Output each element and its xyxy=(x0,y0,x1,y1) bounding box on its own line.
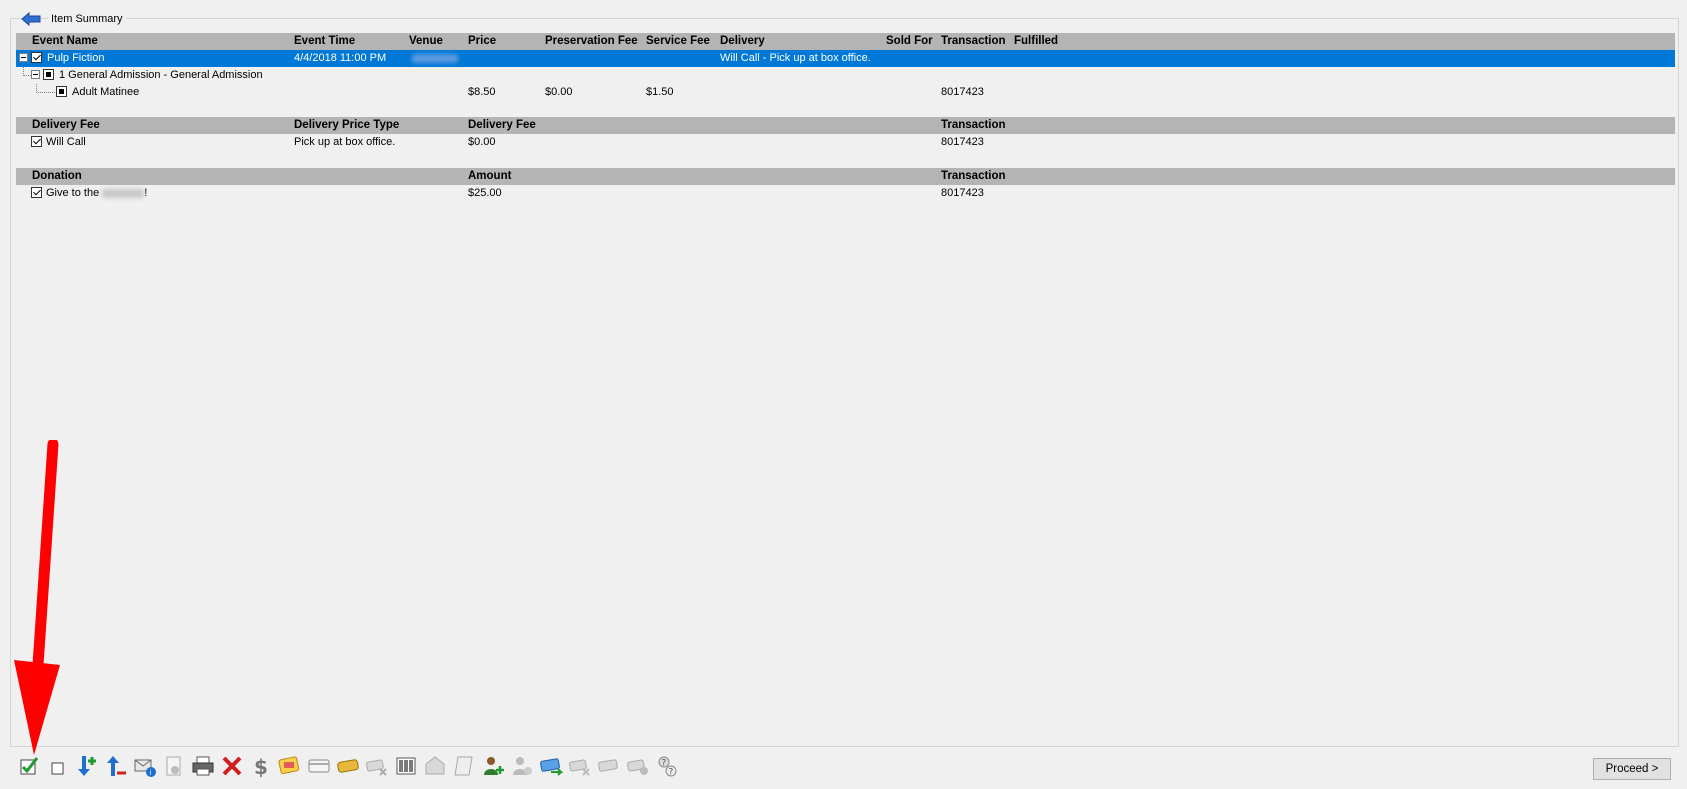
ticket-cancel-icon[interactable] xyxy=(364,753,390,779)
delivery-row[interactable]: Will Call Pick up at box office. $0.00 8… xyxy=(16,134,1675,151)
ticket-color-icon[interactable] xyxy=(277,753,303,779)
col-delivery[interactable]: Delivery xyxy=(720,35,765,47)
tree-line xyxy=(36,92,55,93)
delivery-price-type: Pick up at box office. xyxy=(294,136,396,148)
donation-row[interactable]: Give to the ! $25.00 8017423 xyxy=(16,185,1675,202)
ticket-checkbox[interactable] xyxy=(56,86,67,97)
admission-label: 1 General Admission - General Admission xyxy=(59,69,263,81)
donation-amount: $25.00 xyxy=(468,187,502,199)
delete-icon[interactable] xyxy=(219,753,245,779)
collapse-event-icon[interactable] xyxy=(19,53,28,62)
action-toolbar: i $ ? ? xyxy=(16,754,680,778)
donation-checkbox[interactable] xyxy=(31,187,42,198)
delivery-transaction: 8017423 xyxy=(941,136,984,148)
col-sold-for[interactable]: Sold For xyxy=(886,35,933,47)
col-amount[interactable]: Amount xyxy=(468,170,511,182)
ticket-service-fee: $1.50 xyxy=(646,86,674,98)
ticket-name: Adult Matinee xyxy=(72,86,140,98)
col-event-time[interactable]: Event Time xyxy=(294,35,355,47)
admission-checkbox[interactable] xyxy=(43,69,54,80)
delivery-fee: $0.00 xyxy=(468,136,496,148)
dollar-icon[interactable]: $ xyxy=(248,753,274,779)
col-delivery-price-type[interactable]: Delivery Price Type xyxy=(294,119,399,131)
ticket-exchange-icon[interactable] xyxy=(538,753,564,779)
svg-text:?: ? xyxy=(662,759,667,769)
svg-text:?: ? xyxy=(669,768,674,778)
col-service-fee[interactable]: Service Fee xyxy=(646,35,710,47)
document-info-icon[interactable] xyxy=(161,753,187,779)
donation-org-redacted xyxy=(102,188,145,198)
ticket-remove-icon[interactable] xyxy=(567,753,593,779)
col-delivery-transaction[interactable]: Transaction xyxy=(941,119,1006,131)
collapse-admission-icon[interactable] xyxy=(31,70,40,79)
delivery-name: Will Call xyxy=(46,136,86,148)
venue-redacted xyxy=(412,54,458,66)
help-icon[interactable]: ?? xyxy=(654,753,680,779)
col-event-name[interactable]: Event Name xyxy=(32,35,98,47)
donation-table-header: Donation Amount Transaction xyxy=(16,168,1675,185)
event-delivery: Will Call - Pick up at box office. xyxy=(720,52,871,64)
move-down-add-icon[interactable] xyxy=(74,753,100,779)
back-arrow-icon[interactable] xyxy=(20,11,42,27)
event-name: Pulp Fiction xyxy=(47,52,105,64)
donation-name: Give to the ! xyxy=(46,187,147,199)
panel-title: Item Summary xyxy=(48,13,126,25)
col-delivery-fee[interactable]: Delivery Fee xyxy=(32,119,100,131)
envelope-icon[interactable] xyxy=(422,753,448,779)
ticket-preservation-fee: $0.00 xyxy=(545,86,573,98)
barcode-icon[interactable] xyxy=(393,753,419,779)
tree-line xyxy=(23,75,31,76)
scroll-icon[interactable] xyxy=(451,753,477,779)
ticket-transaction: 8017423 xyxy=(941,86,984,98)
event-row[interactable]: Pulp Fiction 4/4/2018 11:00 PM Will Call… xyxy=(16,50,1675,67)
col-donation-transaction[interactable]: Transaction xyxy=(941,170,1006,182)
delivery-checkbox[interactable] xyxy=(31,136,42,147)
ticket-gray-icon[interactable] xyxy=(596,753,622,779)
user-disabled-icon[interactable] xyxy=(509,753,535,779)
admission-row[interactable]: 1 General Admission - General Admission xyxy=(16,67,1675,84)
donation-prefix: Give to the xyxy=(46,187,100,199)
col-transaction[interactable]: Transaction xyxy=(941,35,1006,47)
ticket-price: $8.50 xyxy=(468,86,496,98)
col-delivery-fee-amount[interactable]: Delivery Fee xyxy=(468,119,536,131)
printer-icon[interactable] xyxy=(190,753,216,779)
svg-text:i: i xyxy=(150,769,152,777)
col-fulfilled[interactable]: Fulfilled xyxy=(1014,35,1058,47)
proceed-button[interactable]: Proceed > xyxy=(1593,758,1671,780)
uncheck-all-icon[interactable] xyxy=(45,753,71,779)
check-all-icon[interactable] xyxy=(16,753,42,779)
svg-text:$: $ xyxy=(254,755,268,778)
events-table-header: Event Name Event Time Venue Price Preser… xyxy=(16,33,1675,50)
ticket-info-icon[interactable] xyxy=(625,753,651,779)
col-price[interactable]: Price xyxy=(468,35,496,47)
delivery-table-header: Delivery Fee Delivery Price Type Deliver… xyxy=(16,117,1675,134)
card-icon[interactable] xyxy=(306,753,332,779)
gold-ticket-icon[interactable] xyxy=(335,753,361,779)
donation-transaction: 8017423 xyxy=(941,187,984,199)
user-add-icon[interactable] xyxy=(480,753,506,779)
col-donation[interactable]: Donation xyxy=(32,170,82,182)
email-info-icon[interactable]: i xyxy=(132,753,158,779)
donation-suffix: ! xyxy=(144,187,148,199)
panel-title-bar: Item Summary xyxy=(20,10,126,28)
event-checkbox[interactable] xyxy=(31,52,42,63)
move-up-remove-icon[interactable] xyxy=(103,753,129,779)
event-time: 4/4/2018 11:00 PM xyxy=(294,52,387,64)
col-preservation-fee[interactable]: Preservation Fee xyxy=(545,35,638,47)
col-venue[interactable]: Venue xyxy=(409,35,443,47)
ticket-row[interactable]: Adult Matinee $8.50 $0.00 $1.50 8017423 xyxy=(16,84,1675,101)
